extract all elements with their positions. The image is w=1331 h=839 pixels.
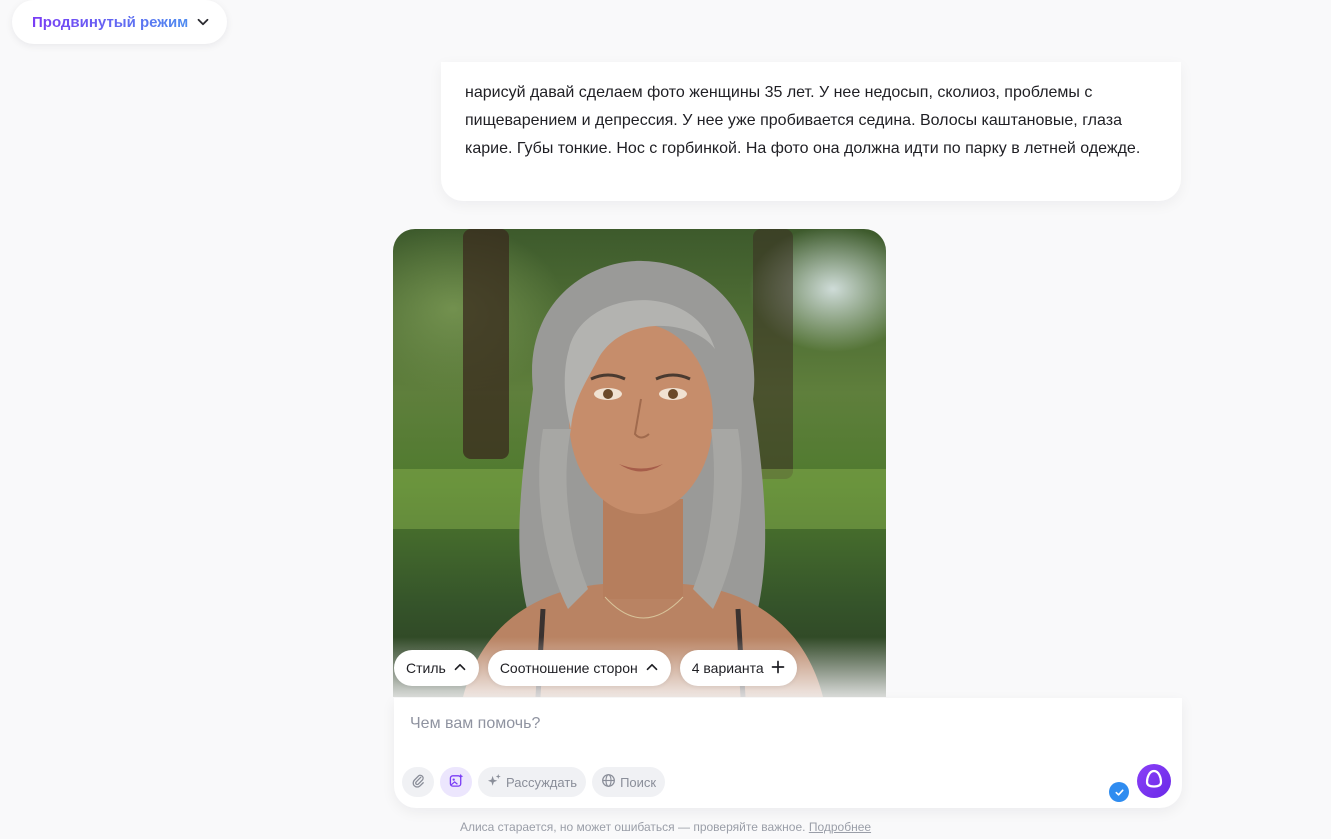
mode-label: Продвинутый режим bbox=[32, 13, 189, 31]
user-message-text: нарисуй давай сделаем фото женщины 35 ле… bbox=[465, 84, 1141, 157]
disclaimer-text: Алиса старается, но может ошибаться — пр… bbox=[459, 820, 806, 834]
woman-portrait bbox=[463, 260, 823, 697]
variants-button[interactable]: 4 варианта bbox=[679, 650, 797, 686]
composer-tools: Рассуждать Поиск bbox=[402, 767, 666, 797]
message-input[interactable] bbox=[410, 712, 1110, 736]
reason-label: Рассуждать bbox=[506, 774, 578, 790]
style-label: Стиль bbox=[406, 660, 446, 676]
alice-icon bbox=[1144, 769, 1164, 794]
search-button[interactable]: Поиск bbox=[592, 767, 666, 797]
plus-icon bbox=[771, 660, 785, 677]
message-composer: Рассуждать Поиск bbox=[394, 698, 1182, 808]
aspect-ratio-button[interactable]: Соотношение сторон bbox=[487, 650, 671, 686]
chevron-up-icon bbox=[645, 660, 659, 677]
sparkle-icon bbox=[487, 773, 502, 791]
user-message-bubble: нарисуй давай сделаем фото женщины 35 ле… bbox=[441, 62, 1181, 201]
attach-button[interactable] bbox=[402, 767, 434, 797]
aspect-ratio-label: Соотношение сторон bbox=[499, 660, 638, 676]
learn-more-link[interactable]: Подробнее bbox=[809, 820, 871, 834]
search-label: Поиск bbox=[620, 774, 657, 790]
globe-icon bbox=[601, 773, 616, 791]
chevron-up-icon bbox=[453, 660, 467, 677]
disclaimer: Алиса старается, но может ошибаться — пр… bbox=[0, 820, 1331, 834]
check-icon bbox=[1109, 782, 1129, 802]
mode-selector-button[interactable]: Продвинутый режим bbox=[12, 0, 227, 44]
image-controls: Стиль Соотношение сторон 4 варианта bbox=[394, 650, 797, 686]
image-generation-button[interactable] bbox=[440, 767, 472, 797]
variants-label: 4 варианта bbox=[691, 660, 764, 676]
chat-page: Продвинутый режим нарисуй давай сделаем … bbox=[0, 0, 1331, 839]
send-button[interactable] bbox=[1137, 764, 1171, 798]
image-sparkle-icon bbox=[449, 773, 464, 791]
chevron-down-icon bbox=[196, 15, 210, 29]
paperclip-icon bbox=[411, 773, 426, 791]
style-button[interactable]: Стиль bbox=[394, 650, 479, 686]
generated-image[interactable] bbox=[393, 229, 886, 697]
reason-button[interactable]: Рассуждать bbox=[478, 767, 587, 797]
